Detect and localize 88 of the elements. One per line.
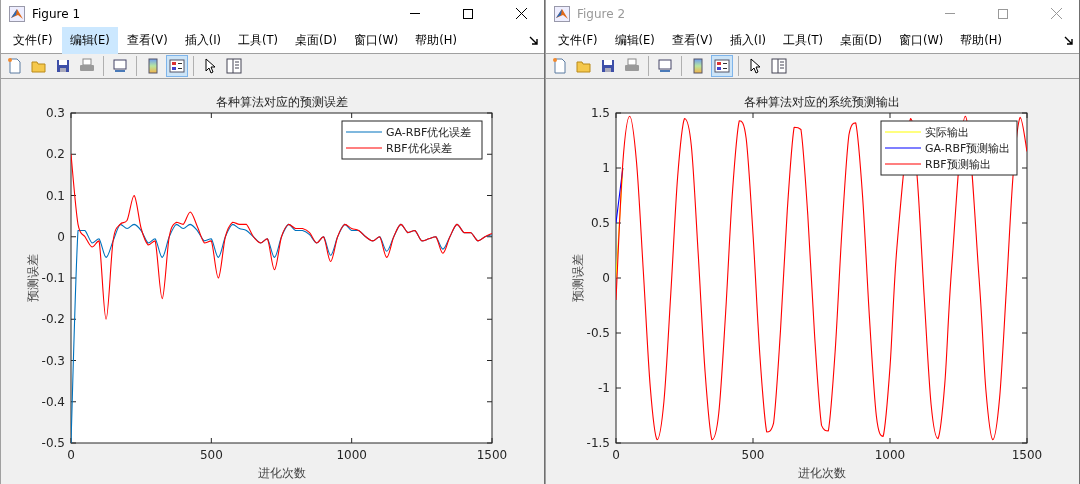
- tick-label: 0.5: [590, 216, 610, 230]
- tick-label: -0.1: [41, 271, 65, 285]
- legend-label: 实际输出: [925, 126, 969, 139]
- printer-icon: [79, 58, 95, 74]
- tick-label: 1000: [874, 448, 906, 462]
- tick-label: 500: [199, 448, 223, 462]
- legend-line: [345, 147, 383, 149]
- legend-label: RBF优化误差: [386, 142, 452, 155]
- colorbar-icon: [693, 58, 703, 74]
- matlab-logo-icon: [554, 5, 570, 22]
- menu-item[interactable]: 窗口(W): [890, 26, 952, 54]
- folder-icon: [576, 58, 592, 74]
- tick-label: 500: [741, 448, 765, 462]
- menu-item[interactable]: 桌面(D): [287, 26, 345, 54]
- window-title: Figure 2: [577, 6, 627, 21]
- tick-label: 0: [67, 448, 75, 462]
- axis-label: 进化次数: [797, 466, 846, 480]
- menu-item[interactable]: 编辑(E): [61, 26, 118, 54]
- legend-line: [884, 147, 922, 149]
- tick-label: 1500: [1011, 448, 1043, 462]
- tick-label: 1000: [336, 448, 367, 462]
- close-icon: [515, 8, 527, 19]
- save-icon: [55, 58, 71, 74]
- link-plot-icon: [657, 58, 673, 74]
- menu-item[interactable]: 文件(F): [5, 26, 61, 54]
- legend-line: [884, 131, 922, 133]
- link-plot-icon: [112, 58, 128, 74]
- menu-item[interactable]: 帮助(H): [407, 26, 465, 54]
- tick-label: 0.2: [45, 147, 65, 162]
- tick-label: 1: [602, 161, 610, 175]
- menu-item[interactable]: 窗口(W): [345, 26, 407, 54]
- toolbar-button[interactable]: [166, 55, 188, 77]
- save-icon: [600, 58, 616, 74]
- tick-label: 1500: [476, 448, 508, 462]
- legend-label: GA-RBF预测输出: [925, 142, 1011, 155]
- tick-label: 0: [57, 229, 65, 244]
- property-editor-icon: [226, 58, 242, 74]
- tick-label: -1.5: [586, 436, 610, 450]
- legend-icon: [714, 59, 730, 73]
- menu-item[interactable]: 文件(F): [550, 26, 606, 54]
- minimize-icon: [410, 13, 420, 14]
- property-editor-icon: [771, 58, 787, 74]
- pointer-icon: [204, 58, 216, 74]
- colorbar-icon: [148, 58, 158, 74]
- dock-arrow-icon[interactable]: [1064, 36, 1073, 45]
- legend-label: GA-RBF优化误差: [386, 126, 472, 139]
- tick-label: -0.2: [41, 312, 65, 327]
- tick-label: 0: [612, 448, 620, 462]
- axis-label: 预测误差: [571, 254, 585, 302]
- tick-label: 1.5: [590, 106, 610, 120]
- dock-arrow-icon[interactable]: [529, 36, 538, 45]
- new-file-icon: [7, 58, 23, 74]
- minimize-icon: [945, 13, 955, 14]
- close-icon: [1050, 8, 1062, 19]
- legend-line: [884, 163, 922, 165]
- tick-label: 0.3: [45, 106, 65, 120]
- tick-label: -0.5: [41, 436, 65, 450]
- tick-label: -0.4: [41, 394, 65, 409]
- tick-label: -1: [598, 381, 610, 395]
- printer-icon: [624, 58, 640, 74]
- menu-item[interactable]: 查看(V): [118, 26, 176, 54]
- chart-title: 各种算法对应的预测误差: [215, 95, 348, 109]
- menu-item[interactable]: 编辑(E): [606, 26, 663, 54]
- folder-icon: [31, 58, 47, 74]
- menu-item[interactable]: 工具(T): [230, 26, 287, 54]
- tick-label: 0.1: [45, 188, 65, 203]
- menu-item[interactable]: 桌面(D): [832, 26, 890, 54]
- menu-item[interactable]: 插入(I): [176, 26, 230, 54]
- legend-label: RBF预测输出: [925, 158, 991, 171]
- toolbar-button[interactable]: [711, 55, 733, 77]
- new-file-icon: [552, 58, 568, 74]
- menu-item[interactable]: 帮助(H): [952, 26, 1010, 54]
- legend-icon: [169, 59, 185, 73]
- window-title: Figure 1: [32, 6, 82, 21]
- pointer-icon: [749, 58, 761, 74]
- tick-label: -0.5: [586, 326, 610, 340]
- legend-line: [345, 131, 383, 133]
- menu-item[interactable]: 查看(V): [663, 26, 721, 54]
- chart-title: 各种算法对应的系统预测输出: [743, 95, 900, 109]
- menu-item[interactable]: 工具(T): [775, 26, 832, 54]
- matlab-logo-icon: [9, 5, 25, 22]
- axis-label: 进化次数: [257, 466, 306, 480]
- maximize-icon: [463, 8, 473, 19]
- axis-label: 预测误差: [26, 254, 40, 302]
- maximize-icon: [998, 8, 1008, 19]
- tick-label: -0.3: [41, 353, 65, 368]
- menu-item[interactable]: 插入(I): [721, 26, 775, 54]
- tick-label: 0: [602, 271, 610, 285]
